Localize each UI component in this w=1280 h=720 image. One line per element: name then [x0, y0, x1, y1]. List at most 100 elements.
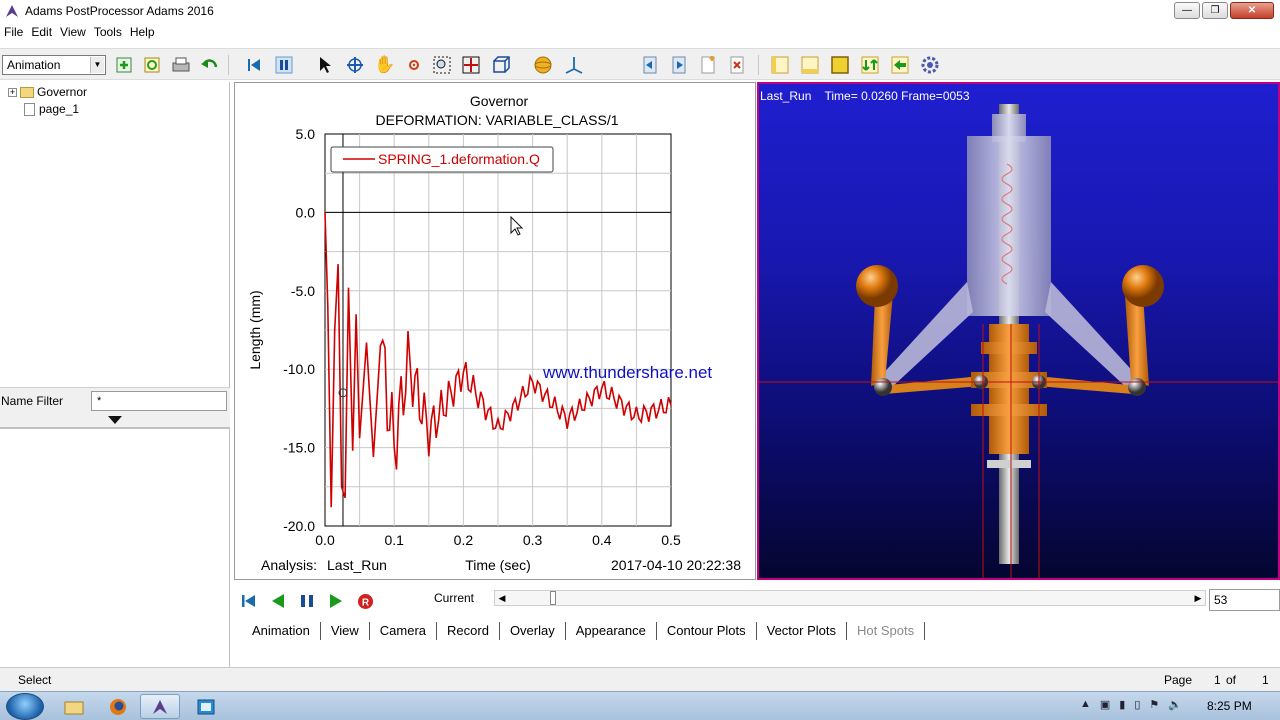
tree-item-governor[interactable]: + Governor: [8, 85, 87, 99]
rewind-button[interactable]: [239, 591, 259, 611]
close-icon: ✕: [1247, 5, 1257, 16]
rewind-icon: [242, 595, 255, 607]
page-back-icon[interactable]: [639, 54, 661, 76]
tree-panel: + Governor page_1 Name Filter *: [0, 82, 230, 667]
remote-taskbar-icon[interactable]: [186, 694, 226, 719]
minimize-button[interactable]: —: [1174, 2, 1200, 19]
line-chart[interactable]: 0.0 0.1 0.2 0.3 0.4 0.5 5.0 0.0 -5.0 -10.0 -15.0 -2…: [235, 83, 755, 579]
reload-icon[interactable]: [141, 54, 163, 76]
tray-volume-icon[interactable]: 🔈: [1168, 698, 1182, 711]
tab-record[interactable]: Record: [437, 622, 500, 640]
play-forward-button[interactable]: [326, 591, 346, 611]
menu-bar: File Edit View Tools Help: [0, 21, 1280, 42]
pause-icon[interactable]: [273, 54, 295, 76]
taskbar-clock[interactable]: 8:25 PM: [1207, 699, 1252, 713]
menu-file[interactable]: File: [4, 25, 23, 39]
x-tick-label: 0.1: [384, 532, 404, 548]
page-label: Page: [1164, 673, 1193, 687]
frame-number-field[interactable]: 53: [1209, 589, 1280, 611]
zoom-box-icon[interactable]: [431, 54, 453, 76]
y-tick-label: 0.0: [296, 204, 316, 220]
tab-overlay[interactable]: Overlay: [500, 622, 566, 640]
layout-full-icon[interactable]: [829, 54, 851, 76]
play-forward-icon: [330, 594, 342, 608]
chart-title: Governor: [470, 93, 529, 109]
undo-icon[interactable]: [199, 54, 221, 76]
view-cube-icon[interactable]: [490, 54, 512, 76]
close-button[interactable]: ✕: [1230, 2, 1274, 19]
analysis-value: Last_Run: [327, 557, 387, 573]
tray-flag-icon[interactable]: ⚑: [1149, 698, 1159, 711]
zoom-center-icon[interactable]: [403, 54, 425, 76]
menu-view[interactable]: View: [60, 25, 86, 39]
frame-slider[interactable]: ◀ ▶: [494, 590, 1206, 606]
control-tabs: Animation View Camera Record Overlay App…: [242, 619, 926, 643]
render-sphere-icon[interactable]: [532, 54, 554, 76]
maximize-icon: ❐: [1210, 5, 1220, 16]
filter-toggle[interactable]: [0, 413, 230, 429]
tab-appearance[interactable]: Appearance: [566, 622, 657, 640]
toolbar-separator: [758, 55, 759, 75]
record-icon: R: [357, 593, 373, 609]
rewind-icon[interactable]: [243, 54, 265, 76]
y-tick-label: -20.0: [283, 518, 315, 534]
layout-single-icon[interactable]: [769, 54, 791, 76]
tab-view[interactable]: View: [321, 622, 370, 640]
firefox-taskbar-icon[interactable]: [98, 694, 138, 719]
menu-tools[interactable]: Tools: [94, 25, 122, 39]
select-arrow-icon[interactable]: [314, 54, 336, 76]
plot-panel[interactable]: 0.0 0.1 0.2 0.3 0.4 0.5 5.0 0.0 -5.0 -10.0 -15.0 -2…: [234, 82, 756, 580]
tab-animation[interactable]: Animation: [242, 622, 321, 640]
chevron-down-icon: ▼: [90, 57, 104, 73]
menu-edit[interactable]: Edit: [31, 25, 52, 39]
explorer-taskbar-icon[interactable]: [54, 694, 94, 719]
settings-gear-icon[interactable]: [919, 54, 941, 76]
page-forward-icon[interactable]: [668, 54, 690, 76]
menu-help[interactable]: Help: [130, 25, 155, 39]
current-label: Current: [434, 591, 475, 605]
start-button[interactable]: [6, 693, 44, 720]
tray-arrow-icon[interactable]: ▲: [1080, 698, 1091, 711]
slider-right-icon[interactable]: ▶: [1191, 591, 1205, 605]
analysis-label: Analysis:: [261, 557, 317, 573]
tray-battery-icon[interactable]: ▯: [1134, 698, 1140, 711]
rotate-icon[interactable]: [344, 54, 366, 76]
y-tick-label: 5.0: [296, 126, 316, 142]
name-filter-label: Name Filter: [1, 394, 64, 408]
record-button[interactable]: R: [355, 591, 375, 611]
y-axis-label: Length (mm): [247, 290, 263, 369]
play-backward-button[interactable]: [268, 591, 288, 611]
tab-camera[interactable]: Camera: [370, 622, 438, 640]
print-icon[interactable]: [170, 54, 192, 76]
layout-bottom-icon[interactable]: [799, 54, 821, 76]
adams-taskbar-icon[interactable]: [140, 694, 180, 719]
slider-left-icon[interactable]: ◀: [495, 591, 509, 605]
swap-layout-icon[interactable]: [859, 54, 881, 76]
pause-button[interactable]: [297, 591, 317, 611]
x-tick-label: 0.5: [661, 532, 681, 548]
tab-vector-plots[interactable]: Vector Plots: [757, 622, 847, 640]
fit-view-icon[interactable]: [460, 54, 482, 76]
tree-item-page[interactable]: page_1: [24, 102, 79, 116]
tray-network-icon[interactable]: ▣: [1100, 698, 1110, 711]
animation-view[interactable]: Last_Run Time= 0.0260 Frame=0053: [757, 82, 1280, 580]
add-page-icon[interactable]: [113, 54, 135, 76]
maximize-button[interactable]: ❐: [1202, 2, 1228, 19]
pan-hand-icon[interactable]: ✋: [374, 54, 396, 76]
mode-select[interactable]: Animation ▼: [2, 55, 106, 75]
slider-thumb[interactable]: [549, 591, 556, 605]
name-filter-input[interactable]: *: [91, 391, 227, 411]
expand-icon[interactable]: +: [8, 87, 17, 97]
play-backward-icon: [272, 594, 284, 608]
delete-page-icon[interactable]: [726, 54, 748, 76]
export-arrow-icon[interactable]: [889, 54, 911, 76]
name-filter-row: Name Filter *: [0, 387, 230, 413]
tray-security-icon[interactable]: ▮: [1119, 698, 1125, 711]
folder-icon: [20, 86, 34, 98]
adams-logo-icon: [6, 4, 18, 17]
tab-hot-spots[interactable]: Hot Spots: [847, 622, 926, 640]
tab-contour-plots[interactable]: Contour Plots: [657, 622, 757, 640]
new-page-icon[interactable]: [697, 54, 719, 76]
triad-axes-icon[interactable]: [563, 54, 585, 76]
y-tick-label: -10.0: [283, 361, 315, 377]
